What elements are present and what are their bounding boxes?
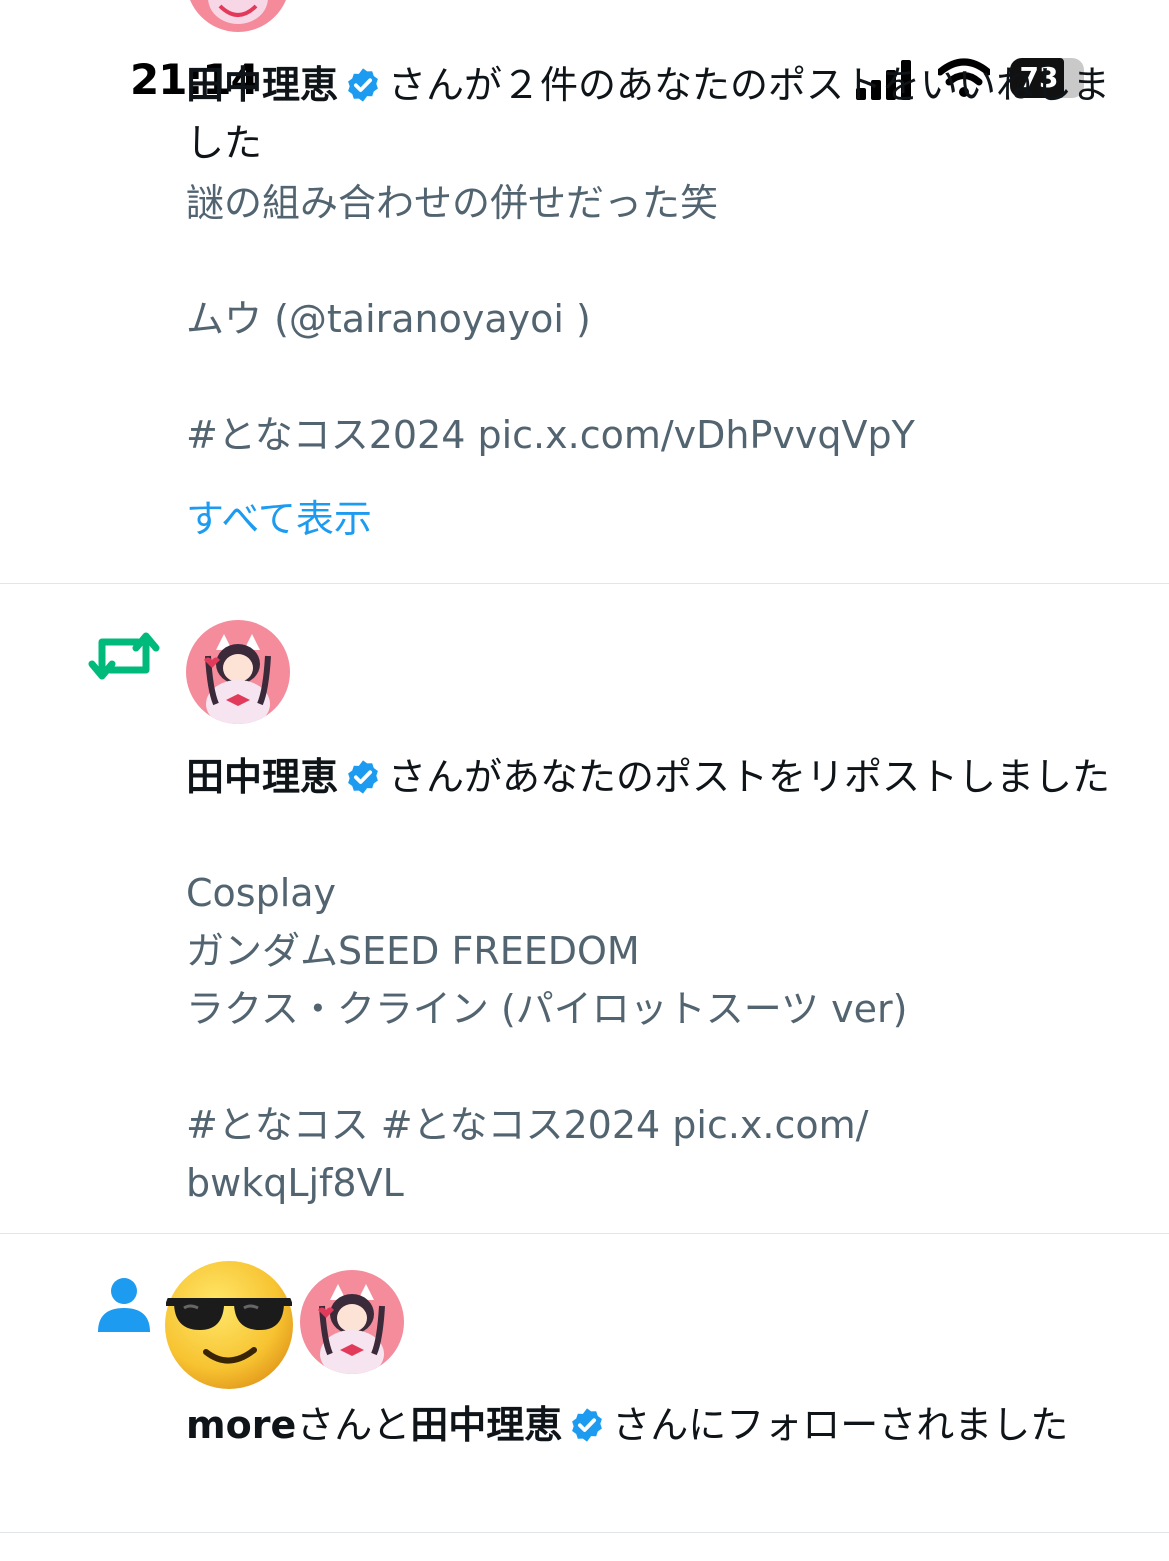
joiner-text: さんと: [296, 1403, 411, 1447]
actor-avatar[interactable]: [186, 0, 290, 32]
action-text: さんにフォローされました: [612, 1403, 1069, 1447]
show-all-link[interactable]: すべて表示: [186, 490, 372, 548]
divider: [0, 1532, 1169, 1533]
actor-name[interactable]: more: [186, 1403, 296, 1447]
notification-follow-text[interactable]: moreさんと田中理恵 さんにフォローされました: [186, 1396, 1136, 1454]
post-preview-text[interactable]: Cosplay ガンダムSEED FREEDOM ラクス・クライン (パイロット…: [186, 864, 1146, 1212]
actor-name[interactable]: 田中理恵: [186, 63, 338, 107]
person-icon: [98, 1278, 150, 1332]
verified-badge-icon: [572, 1408, 603, 1442]
verified-badge-icon: [348, 68, 378, 102]
actor-avatar[interactable]: [186, 620, 290, 724]
sunglasses-emoji-avatar[interactable]: [162, 1258, 296, 1392]
divider: [0, 1233, 1169, 1234]
actor-name[interactable]: 田中理恵: [410, 1403, 562, 1447]
action-text: さんがあなたのポストをリポストしました: [388, 755, 1111, 799]
divider: [0, 583, 1169, 584]
verified-badge-icon: [348, 760, 378, 794]
notification-like-text[interactable]: 田中理恵 さんが２件のあなたのポストをいいねしました: [186, 56, 1136, 172]
notification-repost-text[interactable]: 田中理恵 さんがあなたのポストをリポストしました: [186, 748, 1136, 806]
actor-avatar[interactable]: [300, 1270, 404, 1374]
post-preview-text[interactable]: 謎の組み合わせの併せだった笑 ムウ (@tairanoyayoi ) #となコス…: [186, 174, 1146, 464]
retweet-icon: [88, 632, 160, 680]
actor-name[interactable]: 田中理恵: [186, 755, 338, 799]
